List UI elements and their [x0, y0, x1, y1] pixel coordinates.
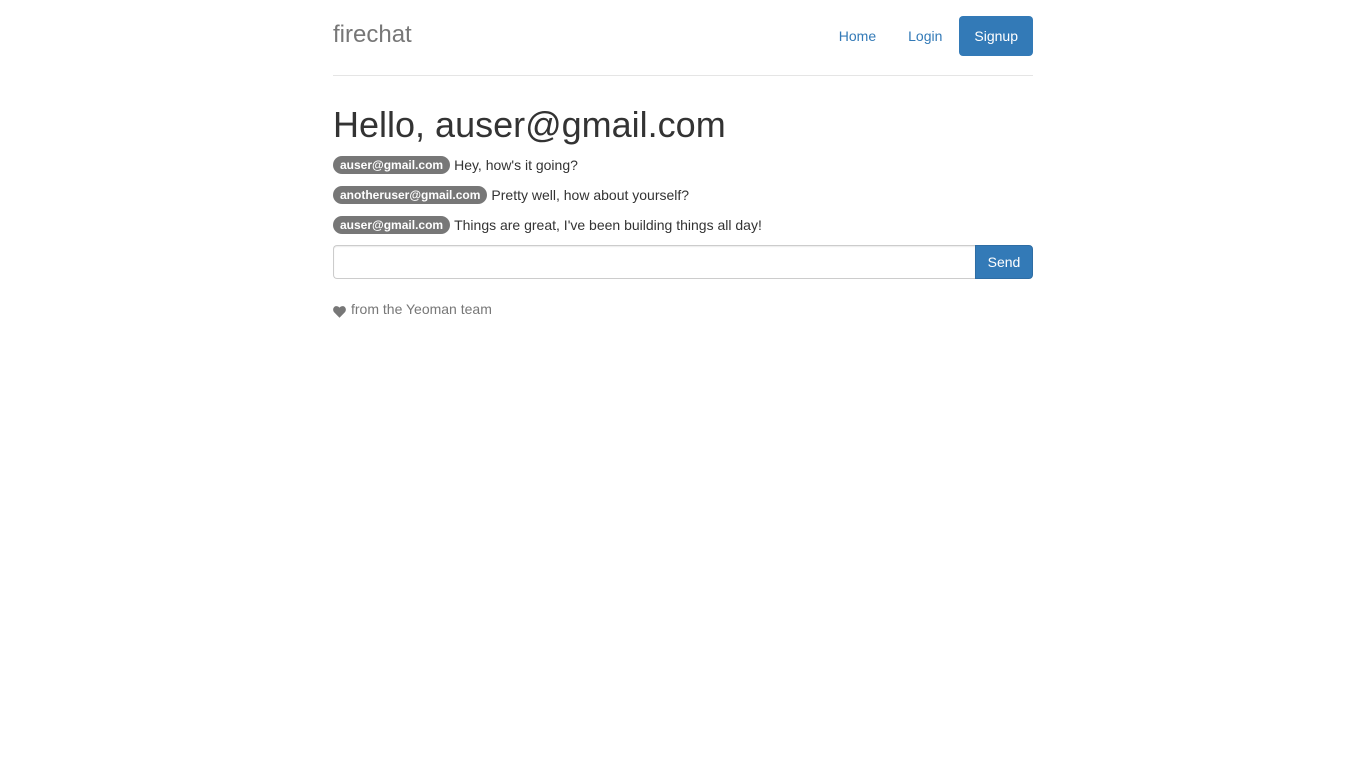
message-text: Hey, how's it going? [454, 157, 578, 173]
message-text: Pretty well, how about yourself? [491, 187, 690, 203]
nav-bar: Home Login Signup [824, 16, 1033, 56]
footer-text: from the Yeoman team [351, 301, 492, 317]
nav-signup-link[interactable]: Signup [959, 16, 1033, 56]
nav-home-link[interactable]: Home [824, 16, 891, 56]
message-item: auser@gmail.com Hey, how's it going? [333, 155, 1033, 175]
message-item: auser@gmail.com Things are great, I've b… [333, 215, 1033, 235]
message-input[interactable] [333, 245, 975, 279]
send-button[interactable]: Send [975, 245, 1033, 279]
message-text: Things are great, I've been building thi… [454, 217, 762, 233]
footer: from the Yeoman team [333, 299, 492, 319]
message-user-badge: auser@gmail.com [333, 216, 451, 234]
message-list: auser@gmail.com Hey, how's it going? ano… [333, 155, 1033, 245]
message-user-badge: auser@gmail.com [333, 156, 451, 174]
page-title: Hello, auser@gmail.com [333, 104, 726, 145]
message-user-badge: anotheruser@gmail.com [333, 186, 488, 204]
message-item: anotheruser@gmail.com Pretty well, how a… [333, 185, 1033, 205]
page-container: firechat Home Login Signup Hello, auser@… [333, 0, 1033, 318]
heart-icon [333, 303, 346, 318]
header: firechat Home Login Signup [333, 0, 1033, 76]
message-form: Send [333, 245, 1033, 279]
nav-login-link[interactable]: Login [893, 16, 957, 56]
brand-title: firechat [333, 21, 412, 48]
